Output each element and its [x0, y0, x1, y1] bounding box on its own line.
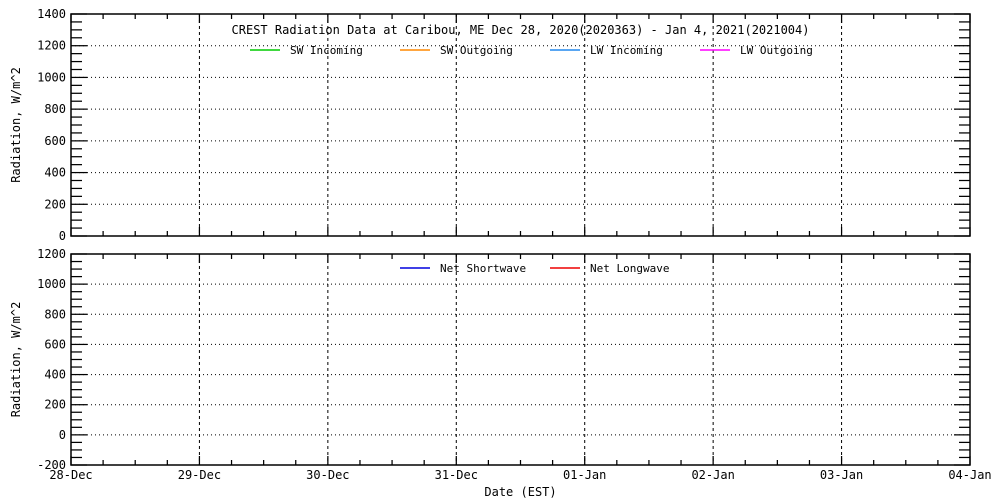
x-axis-title: Date (EST): [484, 485, 556, 499]
legend-label: Net Shortwave: [440, 262, 526, 275]
legend-item: Net Shortwave: [400, 262, 526, 275]
legend-label: SW Outgoing: [440, 44, 513, 57]
legend-item: SW Outgoing: [400, 44, 513, 57]
legend-item: LW Outgoing: [700, 44, 813, 57]
panel-radiation-components: 0 200 400 600 800 1000 1200 1400 Radiation, W/m^…: [9, 7, 971, 243]
x-tick-label: 04-Jan: [948, 468, 991, 482]
y-tick-label: 600: [44, 337, 66, 351]
y-axis-title: Radiation, W/m^2: [9, 67, 23, 183]
y-tick-label: 800: [44, 307, 66, 321]
panel-net-radiation: -20002004006008001000120028-Dec 29-Dec 30-…: [9, 247, 992, 499]
legend-label: LW Outgoing: [740, 44, 813, 57]
y-tick-label: 1000: [37, 277, 66, 291]
y-tick-label: 1200: [37, 247, 66, 261]
x-tick-label: 29-Dec: [178, 468, 221, 482]
x-tick-label: 31-Dec: [435, 468, 478, 482]
y-tick-label: 1000: [37, 70, 66, 84]
y-tick-label: 400: [44, 368, 66, 382]
y-axis-title: Radiation, W/m^2: [9, 302, 23, 418]
y-tick-label: 600: [44, 134, 66, 148]
y-tick-label: 800: [44, 102, 66, 116]
y-tick-label: 200: [44, 197, 66, 211]
y-tick-label: 1200: [37, 39, 66, 53]
x-tick-label: 01-Jan: [563, 468, 606, 482]
y-tick-label: 0: [59, 428, 66, 442]
y-tick-label: 0: [59, 229, 66, 243]
y-tick-label: 1400: [37, 7, 66, 21]
x-tick-label: 28-Dec: [49, 468, 92, 482]
crest-radiation-figure: 0 200 400 600 800 1000 1200 1400 Radiation, W/m^…: [0, 0, 1000, 500]
radiation-chart: 0 200 400 600 800 1000 1200 1400 Radiation, W/m^…: [9, 7, 992, 499]
legend-label: Net Longwave: [590, 262, 669, 275]
chart-title: CREST Radiation Data at Caribou, ME Dec …: [232, 23, 810, 37]
y-tick-label: 400: [44, 166, 66, 180]
legend-label: LW Incoming: [590, 44, 663, 57]
y-tick-label: 200: [44, 398, 66, 412]
plot-border: [70, 253, 971, 466]
plot-border: [70, 13, 971, 237]
legend-item: SW Incoming: [250, 44, 363, 57]
x-tick-label: 02-Jan: [691, 468, 734, 482]
x-tick-label: 30-Dec: [306, 468, 349, 482]
legend-label: SW Incoming: [290, 44, 363, 57]
legend-item: Net Longwave: [550, 262, 669, 275]
x-tick-label: 03-Jan: [820, 468, 863, 482]
legend-item: LW Incoming: [550, 44, 663, 57]
